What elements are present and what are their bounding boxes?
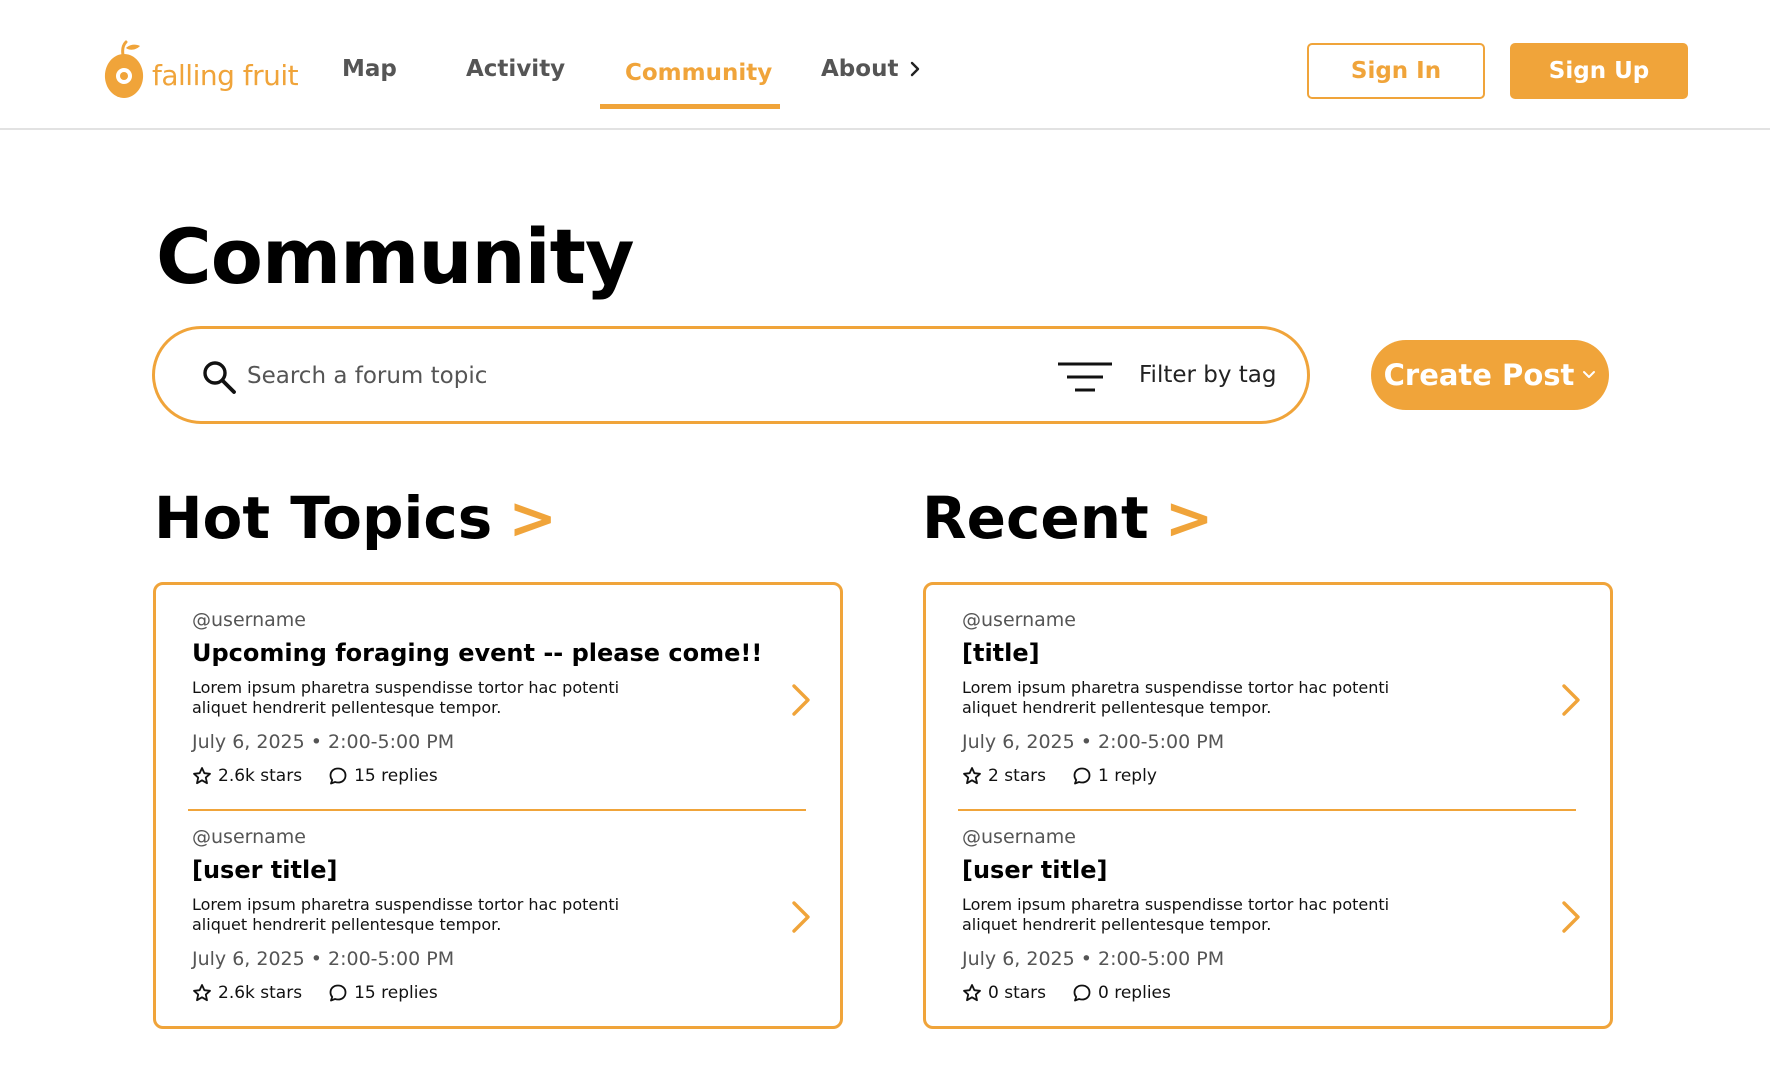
nav-item-about[interactable]: About xyxy=(821,56,922,82)
search-icon xyxy=(203,361,236,394)
reply-count-label: 15 replies xyxy=(354,766,438,786)
post-date: July 6, 2025 • 2:00-5:00 PM xyxy=(192,948,455,970)
post-username[interactable]: @username xyxy=(962,609,1076,631)
star-count-label: 2 stars xyxy=(988,766,1047,786)
nav-item-community[interactable]: Community xyxy=(625,60,772,86)
active-nav-indicator xyxy=(600,104,780,109)
chevron-right-icon[interactable] xyxy=(790,683,812,717)
pear-pin-icon xyxy=(104,40,144,98)
reply-count[interactable]: 15 replies xyxy=(328,766,438,786)
sign-up-button[interactable]: Sign Up xyxy=(1510,43,1688,99)
post-item[interactable]: @username [user title] Lorem ipsum phare… xyxy=(962,826,1582,1026)
reply-count[interactable]: 0 replies xyxy=(1072,983,1171,1003)
post-title[interactable]: Upcoming foraging event -- please come!! xyxy=(192,639,762,667)
hot-topics-card: @username Upcoming foraging event -- ple… xyxy=(153,582,843,1029)
reply-count-label: 15 replies xyxy=(354,983,438,1003)
recent-arrow-icon: > xyxy=(1164,484,1214,552)
star-count-label: 2.6k stars xyxy=(218,766,303,786)
chevron-down-icon xyxy=(1583,371,1596,378)
top-navigation-bar: falling fruit Map Activity Community Abo… xyxy=(0,0,1770,130)
post-username[interactable]: @username xyxy=(192,826,306,848)
filter-icon[interactable] xyxy=(1057,361,1113,393)
search-input[interactable] xyxy=(247,353,947,399)
speech-bubble-icon xyxy=(329,984,347,1002)
post-username[interactable]: @username xyxy=(962,826,1076,848)
recent-card: @username [title] Lorem ipsum pharetra s… xyxy=(923,582,1613,1029)
chevron-right-icon xyxy=(911,61,920,77)
reply-count-label: 0 replies xyxy=(1098,983,1171,1003)
chevron-right-icon[interactable] xyxy=(1560,900,1582,934)
speech-bubble-icon xyxy=(1073,984,1091,1002)
post-title[interactable]: [user title] xyxy=(962,856,1107,884)
create-post-label: Create Post xyxy=(1383,358,1575,392)
hot-topics-heading[interactable]: Hot Topics > xyxy=(154,484,557,552)
post-stats: 0 stars 0 replies xyxy=(962,983,1197,1003)
recent-title: Recent xyxy=(922,484,1149,552)
post-excerpt: Lorem ipsum pharetra suspendisse tortor … xyxy=(962,678,1390,717)
star-count[interactable]: 0 stars xyxy=(962,983,1046,1003)
star-outline-icon xyxy=(193,767,211,785)
star-count-label: 0 stars xyxy=(988,983,1047,1003)
star-count[interactable]: 2.6k stars xyxy=(192,766,302,786)
post-stats: 2.6k stars 15 replies xyxy=(192,766,464,786)
recent-heading[interactable]: Recent > xyxy=(922,484,1213,552)
post-date: July 6, 2025 • 2:00-5:00 PM xyxy=(962,731,1225,753)
chevron-right-icon[interactable] xyxy=(1560,683,1582,717)
post-excerpt: Lorem ipsum pharetra suspendisse tortor … xyxy=(192,678,620,717)
post-divider xyxy=(958,809,1576,811)
sign-in-button[interactable]: Sign In xyxy=(1307,43,1485,99)
reply-count[interactable]: 15 replies xyxy=(328,983,438,1003)
reply-count-label: 1 reply xyxy=(1098,766,1157,786)
post-item[interactable]: @username [title] Lorem ipsum pharetra s… xyxy=(962,609,1582,809)
nav-item-about-label: About xyxy=(821,56,899,82)
post-stats: 2 stars 1 reply xyxy=(962,766,1183,786)
post-excerpt: Lorem ipsum pharetra suspendisse tortor … xyxy=(962,895,1390,934)
star-outline-icon xyxy=(963,984,981,1002)
page-title: Community xyxy=(156,212,635,301)
star-count-label: 2.6k stars xyxy=(218,983,303,1003)
post-stats: 2.6k stars 15 replies xyxy=(192,983,464,1003)
nav-item-map[interactable]: Map xyxy=(342,56,397,82)
brand-logo[interactable]: falling fruit xyxy=(102,40,299,102)
post-date: July 6, 2025 • 2:00-5:00 PM xyxy=(962,948,1225,970)
post-username[interactable]: @username xyxy=(192,609,306,631)
reply-count[interactable]: 1 reply xyxy=(1072,766,1157,786)
post-date: July 6, 2025 • 2:00-5:00 PM xyxy=(192,731,455,753)
star-outline-icon xyxy=(193,984,211,1002)
post-item[interactable]: @username [user title] Lorem ipsum phare… xyxy=(192,826,812,1026)
speech-bubble-icon xyxy=(1073,767,1091,785)
post-divider xyxy=(188,809,806,811)
star-outline-icon xyxy=(963,767,981,785)
post-excerpt: Lorem ipsum pharetra suspendisse tortor … xyxy=(192,895,620,934)
star-count[interactable]: 2 stars xyxy=(962,766,1046,786)
search-bar: Filter by tag xyxy=(152,326,1310,424)
post-title[interactable]: [user title] xyxy=(192,856,337,884)
star-count[interactable]: 2.6k stars xyxy=(192,983,302,1003)
filter-by-tag-button[interactable]: Filter by tag xyxy=(1139,362,1277,388)
hot-topics-title: Hot Topics xyxy=(154,484,493,552)
hot-topics-arrow-icon: > xyxy=(508,484,557,552)
create-post-button[interactable]: Create Post xyxy=(1371,340,1609,410)
brand-name: falling fruit xyxy=(152,58,299,92)
chevron-right-icon[interactable] xyxy=(790,900,812,934)
nav-item-activity[interactable]: Activity xyxy=(466,56,565,82)
post-item[interactable]: @username Upcoming foraging event -- ple… xyxy=(192,609,812,809)
post-title[interactable]: [title] xyxy=(962,639,1040,667)
speech-bubble-icon xyxy=(329,767,347,785)
